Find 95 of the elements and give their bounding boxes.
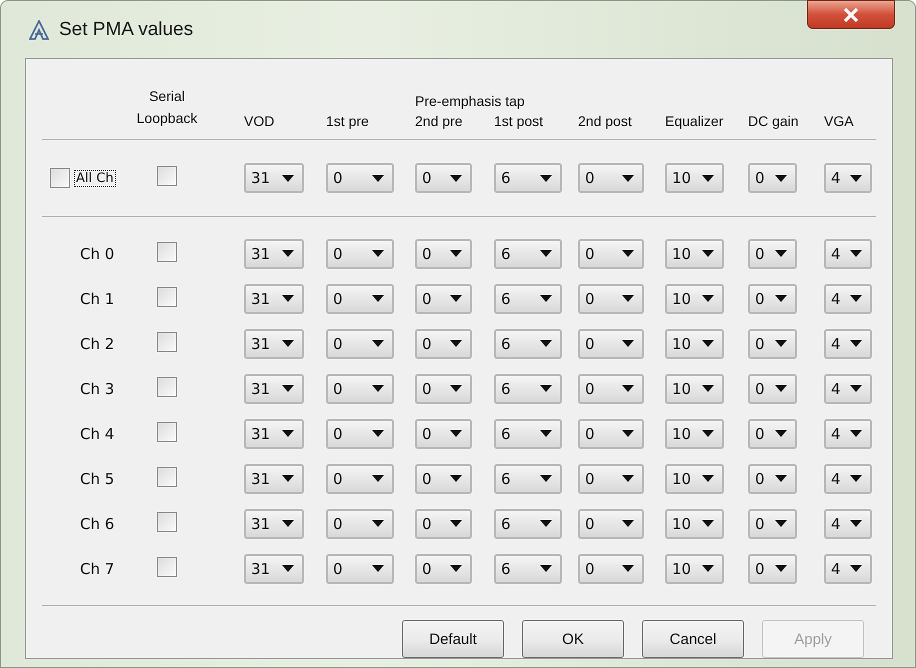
value-dropdown[interactable]: 0 [578, 554, 644, 584]
channel-label: Ch 1 [79, 290, 114, 308]
value-dropdown[interactable]: 0 [415, 508, 472, 538]
value-dropdown[interactable]: 4 [824, 284, 872, 314]
value-dropdown[interactable]: 10 [665, 554, 724, 584]
column-header: VGA [824, 113, 854, 129]
value-dropdown[interactable]: 0 [748, 464, 797, 494]
value-dropdown[interactable]: 10 [665, 238, 724, 268]
value-dropdown[interactable]: 6 [494, 554, 562, 584]
value-dropdown[interactable]: 31 [244, 554, 304, 584]
value-dropdown[interactable]: 10 [665, 163, 724, 193]
checkbox-label: All Ch [74, 170, 116, 186]
value-dropdown[interactable]: 0 [415, 554, 472, 584]
value-dropdown[interactable]: 31 [244, 284, 304, 314]
value-dropdown[interactable]: 0 [748, 508, 797, 538]
value-dropdown[interactable]: 0 [748, 554, 797, 584]
value-dropdown[interactable]: 0 [748, 284, 797, 314]
channel-label: Ch 6 [79, 514, 114, 532]
column-header: VOD [244, 113, 274, 129]
value-dropdown[interactable]: 0 [326, 328, 394, 358]
column-header: 1st post [494, 113, 544, 129]
value-dropdown[interactable]: 31 [244, 238, 304, 268]
value-dropdown[interactable]: 0 [578, 163, 644, 193]
channel-label: Ch 7 [79, 560, 114, 578]
value-dropdown[interactable]: 10 [665, 328, 724, 358]
value-dropdown[interactable]: 0 [326, 554, 394, 584]
value-dropdown[interactable]: 0 [326, 238, 394, 268]
value-dropdown[interactable]: 0 [748, 238, 797, 268]
column-header: 1st pre [326, 113, 369, 129]
channel-label: Ch 3 [79, 380, 114, 398]
value-dropdown[interactable]: 6 [494, 238, 562, 268]
value-dropdown[interactable]: 4 [824, 328, 872, 358]
value-dropdown[interactable]: 10 [665, 418, 724, 448]
value-dropdown[interactable]: 31 [244, 163, 304, 193]
value-dropdown[interactable]: 10 [665, 374, 724, 404]
column-header: DC gain [748, 113, 799, 129]
channel-label: Ch 4 [79, 424, 114, 442]
group-header: Pre-emphasis tap [415, 93, 525, 109]
value-dropdown[interactable]: 0 [415, 418, 472, 448]
value-dropdown[interactable]: 0 [748, 374, 797, 404]
value-dropdown[interactable]: 0 [415, 163, 472, 193]
value-dropdown[interactable]: 0 [326, 374, 394, 404]
value-dropdown[interactable]: 6 [494, 464, 562, 494]
value-dropdown[interactable]: 4 [824, 163, 872, 193]
value-dropdown[interactable]: 10 [665, 508, 724, 538]
value-dropdown[interactable]: 0 [578, 328, 644, 358]
value-dropdown[interactable]: 0 [578, 238, 644, 268]
value-dropdown[interactable]: 0 [578, 284, 644, 314]
column-header: Equalizer [665, 113, 724, 129]
dialog-button[interactable]: OK [522, 620, 624, 658]
value-dropdown[interactable]: 0 [578, 508, 644, 538]
value-dropdown[interactable]: 0 [326, 464, 394, 494]
value-dropdown[interactable]: 0 [326, 163, 394, 193]
channel-label: Ch 5 [79, 470, 114, 488]
value-dropdown[interactable]: 31 [244, 374, 304, 404]
value-dropdown[interactable]: 4 [824, 238, 872, 268]
column-header: 2nd post [578, 113, 632, 129]
value-dropdown[interactable]: 6 [494, 284, 562, 314]
value-dropdown[interactable]: 0 [415, 284, 472, 314]
value-dropdown[interactable]: 4 [824, 374, 872, 404]
dialog-button[interactable]: Default [402, 620, 504, 658]
window-title: Set PMA values [59, 18, 194, 40]
value-dropdown[interactable]: 6 [494, 508, 562, 538]
value-dropdown[interactable]: 4 [824, 418, 872, 448]
value-dropdown[interactable]: 6 [494, 328, 562, 358]
value-dropdown[interactable]: 0 [415, 464, 472, 494]
value-dropdown[interactable]: 31 [244, 418, 304, 448]
value-dropdown[interactable]: 0 [748, 418, 797, 448]
value-dropdown[interactable]: 6 [494, 374, 562, 404]
value-dropdown[interactable]: 0 [578, 464, 644, 494]
value-dropdown[interactable]: 31 [244, 328, 304, 358]
channel-label: Ch 0 [79, 244, 114, 262]
value-dropdown[interactable]: 0 [326, 508, 394, 538]
channel-label: Ch 2 [79, 334, 114, 352]
value-dropdown[interactable]: 0 [415, 238, 472, 268]
column-header: 2nd pre [415, 113, 462, 129]
value-dropdown[interactable]: 0 [578, 374, 644, 404]
value-dropdown[interactable]: 0 [415, 328, 472, 358]
value-dropdown[interactable]: 0 [326, 418, 394, 448]
value-dropdown[interactable]: 6 [494, 418, 562, 448]
value-dropdown[interactable]: 6 [494, 163, 562, 193]
value-dropdown[interactable]: 31 [244, 508, 304, 538]
value-dropdown[interactable]: 0 [748, 163, 797, 193]
value-dropdown[interactable]: 31 [244, 464, 304, 494]
value-dropdown[interactable]: 4 [824, 464, 872, 494]
value-dropdown[interactable]: 10 [665, 464, 724, 494]
value-dropdown[interactable]: 4 [824, 554, 872, 584]
value-dropdown[interactable]: 0 [415, 374, 472, 404]
value-dropdown[interactable]: 0 [748, 328, 797, 358]
column-header: Serial Loopback [136, 87, 198, 128]
value-dropdown[interactable]: 10 [665, 284, 724, 314]
value-dropdown[interactable]: 0 [578, 418, 644, 448]
value-dropdown[interactable]: 4 [824, 508, 872, 538]
value-dropdown[interactable]: 0 [326, 284, 394, 314]
dialog-button[interactable]: Cancel [642, 620, 744, 658]
